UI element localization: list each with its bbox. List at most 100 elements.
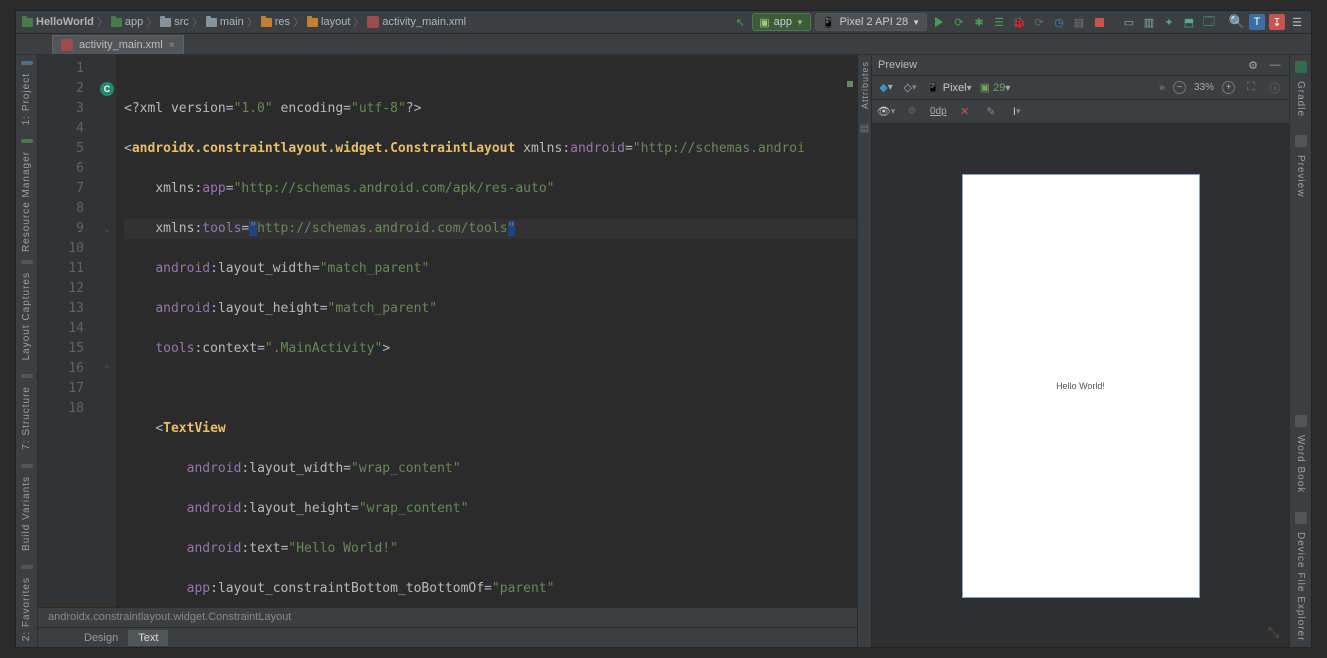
crumb-project[interactable]: HelloWorld xyxy=(36,16,94,28)
view-options-icon[interactable]: 👁 xyxy=(878,104,894,120)
preview-tool-icon[interactable] xyxy=(1295,135,1307,147)
search-everywhere-icon[interactable]: 🔍 xyxy=(1229,14,1245,30)
zoom-level: 33% xyxy=(1194,82,1214,93)
layout-inspector-icon[interactable]: ▤ xyxy=(1071,14,1087,30)
device-selector[interactable]: 📱 Pixel 2 API 28 ▼ xyxy=(815,13,927,31)
device-manager-icon[interactable]: 🗔 xyxy=(1201,14,1217,30)
stop-button[interactable] xyxy=(1091,14,1107,30)
infer-constraints-icon[interactable]: ✎ xyxy=(983,104,999,120)
tab-text[interactable]: Text xyxy=(128,630,168,646)
tool-project[interactable]: 1: Project xyxy=(21,73,32,125)
inspection-indicator[interactable] xyxy=(847,81,853,87)
settings-icon[interactable]: ☰ xyxy=(1289,14,1305,30)
crumb-src[interactable]: src xyxy=(174,16,189,28)
gear-icon[interactable]: ⚙ xyxy=(1245,57,1261,73)
file-tab-label: activity_main.xml xyxy=(79,39,163,51)
sync-gradle-icon[interactable]: ⬒ xyxy=(1181,14,1197,30)
build-variants-tool-icon[interactable] xyxy=(21,464,33,468)
preview-hello-text[interactable]: Hello World! xyxy=(1056,381,1105,391)
related-class-icon[interactable]: C xyxy=(100,82,114,96)
tool-favorites[interactable]: 2: Favorites xyxy=(21,577,32,641)
tab-design[interactable]: Design xyxy=(74,630,128,646)
breadcrumbs[interactable]: HelloWorld 〉 app 〉 src 〉 main 〉 res 〉 la… xyxy=(22,14,466,30)
fold-handle-icon[interactable]: ⌄ xyxy=(103,224,111,235)
clear-constraints-icon[interactable]: ✕ xyxy=(957,104,973,120)
profile-button[interactable]: ☰ xyxy=(991,14,1007,30)
main-body: 1: Project Resource Manager Layout Captu… xyxy=(16,55,1311,647)
editor-breadcrumb[interactable]: androidx.constraintlayout.widget.Constra… xyxy=(38,607,857,627)
layout-palette-icon[interactable]: ▤ xyxy=(860,123,869,134)
tool-device-file-explorer[interactable]: Device File Explorer xyxy=(1295,532,1306,641)
api-level-selector[interactable]: ▣ 29▾ xyxy=(980,81,1011,94)
wordbook-tool-icon[interactable] xyxy=(1295,415,1307,427)
back-history-icon[interactable]: ↖ xyxy=(732,14,748,30)
file-tab-activity-main[interactable]: activity_main.xml × xyxy=(52,35,184,54)
attach-debugger-icon[interactable]: 🐞 xyxy=(1011,14,1027,30)
attributes-handle-bar[interactable]: Attributes ▤ xyxy=(857,55,871,647)
favorites-tool-icon[interactable] xyxy=(21,565,33,569)
more-options-icon[interactable]: » xyxy=(1159,82,1165,94)
device-frame[interactable]: Hello World! xyxy=(962,174,1200,598)
close-tab-icon[interactable]: × xyxy=(169,40,175,51)
attributes-label[interactable]: Attributes xyxy=(860,61,870,109)
coverage-icon[interactable]: ⟳ xyxy=(1031,14,1047,30)
right-tool-bar: Gradle Preview Word Book Device File Exp… xyxy=(1289,55,1311,647)
xml-file-icon xyxy=(61,39,73,51)
crumb-main[interactable]: main xyxy=(220,16,244,28)
project-tool-icon[interactable] xyxy=(21,61,33,65)
fold-handle-icon[interactable]: ⌃ xyxy=(103,364,111,375)
run-config-selector[interactable]: ▣ app ▼ xyxy=(752,13,811,31)
tool-layout-captures[interactable]: Layout Captures xyxy=(21,272,32,360)
zoom-fit-icon[interactable]: ⛶ xyxy=(1243,80,1259,96)
profiler-icon[interactable]: ◷ xyxy=(1051,14,1067,30)
surface-selector[interactable]: ◆▾ xyxy=(878,80,894,96)
default-margin[interactable]: 0dp xyxy=(930,106,947,117)
module-icon xyxy=(22,18,33,27)
gradle-tool-icon[interactable] xyxy=(1295,61,1307,73)
orientation-selector[interactable]: ◇ xyxy=(902,80,918,96)
debug-button[interactable]: ✱ xyxy=(971,14,987,30)
device-type-selector[interactable]: 📱 Pixel▾ xyxy=(926,81,972,94)
device-explorer-tool-icon[interactable] xyxy=(1295,512,1307,524)
resource-manager-icon[interactable]: ✦ xyxy=(1161,14,1177,30)
guidelines-icon[interactable]: I xyxy=(1009,104,1025,120)
code-area[interactable]: <?xml version="1.0" encoding="utf-8"?> <… xyxy=(116,55,857,607)
magnet-icon[interactable]: ⌾ xyxy=(904,104,920,120)
crumb-app[interactable]: app xyxy=(125,16,143,28)
preview-header: Preview ⚙ — xyxy=(872,55,1289,76)
xml-file-icon xyxy=(367,16,379,28)
tool-preview[interactable]: Preview xyxy=(1295,155,1306,198)
tool-gradle[interactable]: Gradle xyxy=(1295,81,1306,117)
sdk-manager-icon[interactable]: ▥ xyxy=(1141,14,1157,30)
tool-word-book[interactable]: Word Book xyxy=(1295,435,1306,493)
resize-handle-icon[interactable]: ⤡ xyxy=(1268,624,1279,641)
tool-resource-manager[interactable]: Resource Manager xyxy=(21,151,32,252)
folder-icon xyxy=(261,18,272,27)
ide-window: HelloWorld 〉 app 〉 src 〉 main 〉 res 〉 la… xyxy=(15,10,1312,648)
preview-title: Preview xyxy=(878,59,917,71)
resource-manager-tool-icon[interactable] xyxy=(21,139,33,143)
translation-icon[interactable]: T xyxy=(1249,14,1265,30)
preview-canvas[interactable]: Hello World! ⤡ xyxy=(872,124,1289,647)
avd-manager-icon[interactable]: ▭ xyxy=(1121,14,1137,30)
preview-panel: Preview ⚙ — ◆▾ ◇ 📱 Pixel▾ ▣ 29▾ » − 33% … xyxy=(871,55,1289,647)
zoom-out-button[interactable]: − xyxy=(1173,81,1186,94)
preview-toolbar-2: 👁 ⌾ 0dp ✕ ✎ I xyxy=(872,100,1289,124)
code-editor[interactable]: 1 2 3 4 5 6 7 8 9 10 11 12 13 14 15 16 1 xyxy=(38,55,857,607)
structure-tool-icon[interactable] xyxy=(21,374,33,378)
line-number-gutter: 1 2 3 4 5 6 7 8 9 10 11 12 13 14 15 16 1 xyxy=(38,55,98,607)
folder-icon xyxy=(160,18,171,27)
updates-icon[interactable]: ↧ xyxy=(1269,14,1285,30)
minimize-icon[interactable]: — xyxy=(1267,57,1283,73)
crumb-res[interactable]: res xyxy=(275,16,290,28)
zoom-in-button[interactable]: + xyxy=(1222,81,1235,94)
tool-structure[interactable]: 7: Structure xyxy=(21,386,32,450)
tool-build-variants[interactable]: Build Variants xyxy=(21,476,32,551)
run-button[interactable] xyxy=(931,14,947,30)
warnings-icon[interactable]: ⓘ xyxy=(1267,80,1283,96)
layout-captures-tool-icon[interactable] xyxy=(21,260,33,264)
apply-changes-icon[interactable]: ⟳ xyxy=(951,14,967,30)
editor-mode-tabs: Design Text xyxy=(38,627,857,647)
crumb-layout[interactable]: layout xyxy=(321,16,350,28)
crumb-file[interactable]: activity_main.xml xyxy=(382,16,466,28)
